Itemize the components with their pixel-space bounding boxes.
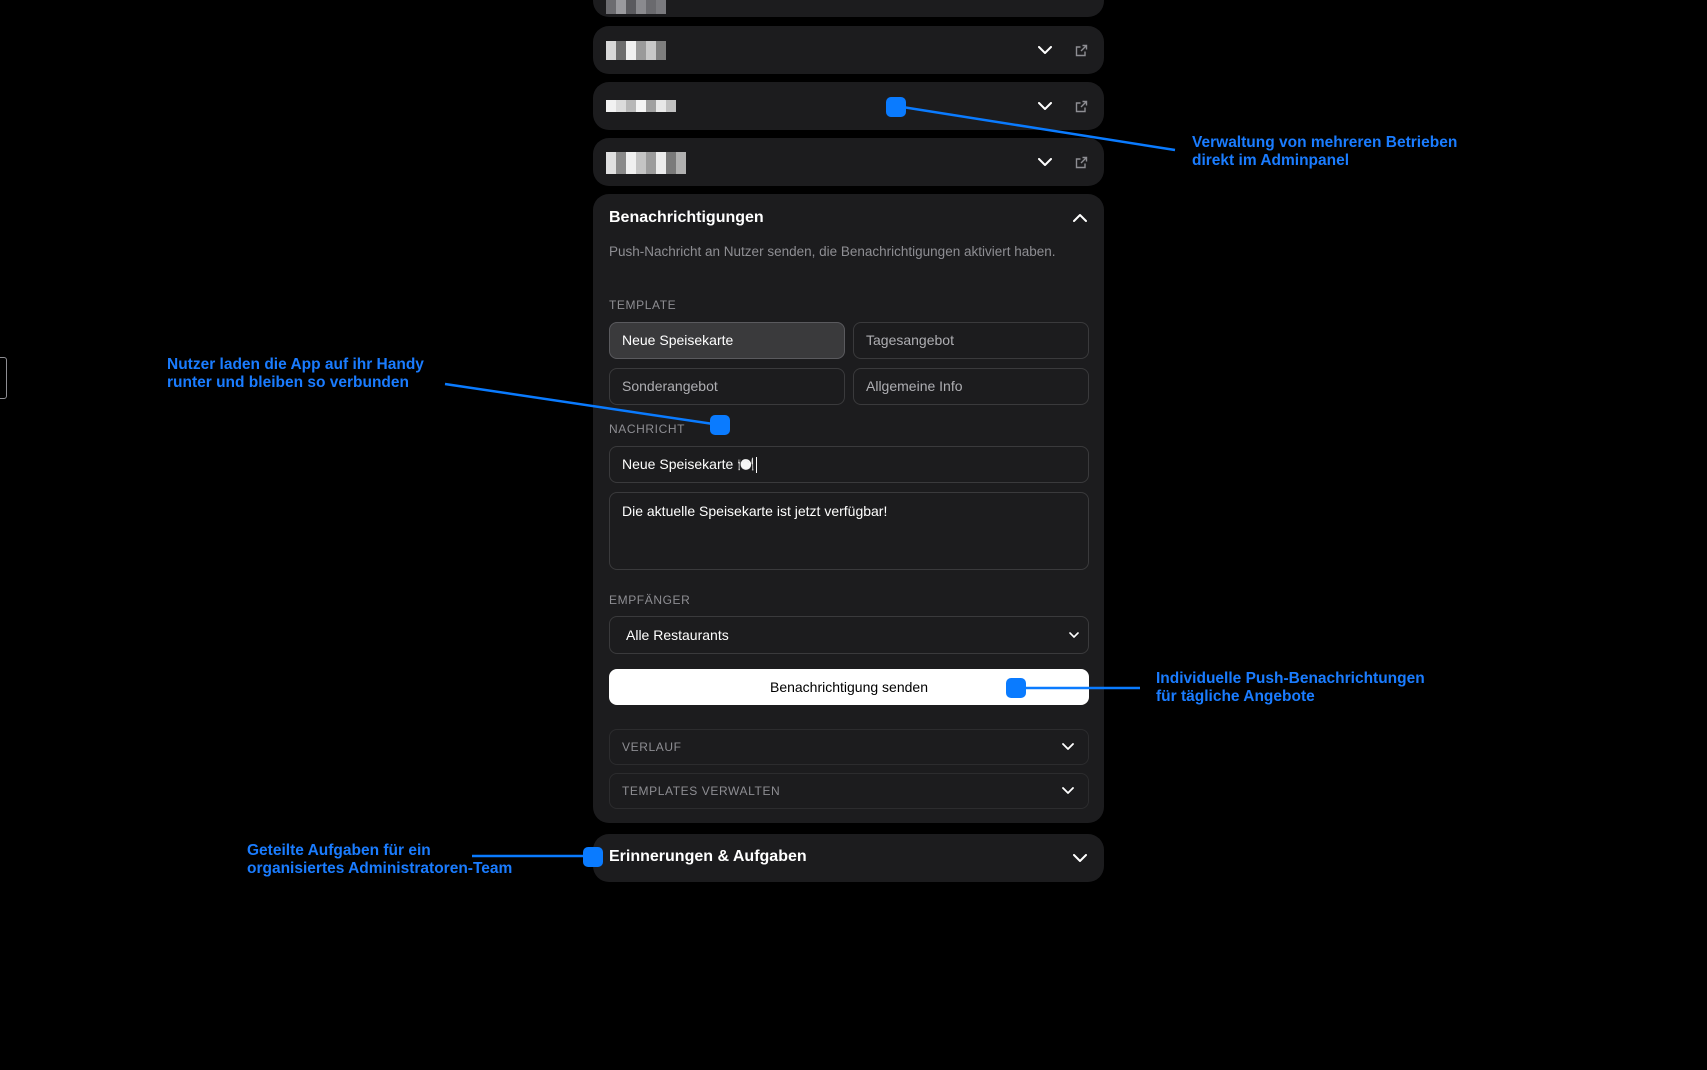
chevron-up-icon[interactable]	[1070, 207, 1090, 227]
message-title-input[interactable]: Neue Speisekarte 🍽️	[609, 446, 1089, 483]
message-title-value: Neue Speisekarte 🍽️	[622, 456, 755, 472]
pixelated-restaurant-name	[606, 41, 666, 60]
chevron-down-icon	[1058, 737, 1078, 757]
pixelated-restaurant-name	[606, 152, 686, 174]
message-body-value: Die aktuelle Speisekarte ist jetzt verfü…	[622, 503, 888, 519]
chevron-down-icon[interactable]	[1035, 40, 1055, 60]
annotation-marker	[886, 97, 906, 117]
annotation-marker	[1006, 678, 1026, 698]
external-link-icon[interactable]	[1072, 153, 1090, 171]
manage-templates-accordion[interactable]: TEMPLATES VERWALTEN	[609, 773, 1089, 809]
annotation-app-download: Nutzer laden die App auf ihr Handy runte…	[167, 356, 424, 392]
annotation-line: runter und bleiben so verbunden	[167, 374, 409, 391]
pixelated-name	[606, 0, 666, 14]
annotation-push: Individuelle Push-Benachrichtungen für t…	[1156, 670, 1425, 706]
chevron-down-icon	[1058, 781, 1078, 801]
recipient-selected-value: Alle Restaurants	[626, 627, 729, 643]
restaurant-row[interactable]	[593, 26, 1104, 74]
page: Benachrichtigungen Push-Nachricht an Nut…	[0, 0, 1707, 1070]
annotation-line: Individuelle Push-Benachrichtungen	[1156, 670, 1425, 687]
reminders-section[interactable]: Erinnerungen & Aufgaben	[593, 834, 1104, 882]
recipient-label: EMPFÄNGER	[609, 593, 691, 607]
section-title: Erinnerungen & Aufgaben	[609, 848, 807, 865]
history-accordion[interactable]: VERLAUF	[609, 729, 1089, 765]
recipient-select[interactable]: Alle Restaurants	[609, 616, 1089, 654]
chevron-down-icon	[1066, 627, 1082, 643]
chevron-down-icon[interactable]	[1070, 848, 1090, 868]
restaurant-card-cutoff[interactable]	[593, 0, 1104, 17]
manage-templates-label: TEMPLATES VERWALTEN	[622, 784, 781, 798]
annotation-multi-business: Verwaltung von mehreren Betrieben direkt…	[1192, 134, 1457, 170]
notifications-section: Benachrichtigungen Push-Nachricht an Nut…	[593, 194, 1104, 823]
section-description: Push-Nachricht an Nutzer senden, die Ben…	[609, 244, 1056, 259]
restaurant-row[interactable]	[593, 82, 1104, 130]
annotation-line: Verwaltung von mehreren Betrieben	[1192, 134, 1458, 151]
external-link-icon[interactable]	[1072, 97, 1090, 115]
annotation-line: Nutzer laden die App auf ihr Handy	[167, 356, 424, 373]
message-body-textarea[interactable]: Die aktuelle Speisekarte ist jetzt verfü…	[609, 492, 1089, 570]
annotation-tasks: Geteilte Aufgaben für ein organisiertes …	[247, 842, 512, 878]
pixelated-restaurant-name	[606, 100, 676, 112]
message-label: NACHRICHT	[609, 422, 686, 436]
annotation-line: Geteilte Aufgaben für ein	[247, 842, 431, 859]
annotation-line: direkt im Adminpanel	[1192, 152, 1350, 169]
restaurant-row[interactable]	[593, 138, 1104, 186]
external-link-icon[interactable]	[1072, 41, 1090, 59]
history-label: VERLAUF	[622, 740, 682, 754]
annotation-line: organisiertes Administratoren-Team	[247, 860, 513, 877]
annotation-line: für tägliche Angebote	[1156, 688, 1315, 705]
text-cursor	[755, 457, 757, 474]
chevron-down-icon[interactable]	[1035, 96, 1055, 116]
template-option-neue-speisekarte[interactable]: Neue Speisekarte	[609, 322, 845, 359]
section-title: Benachrichtigungen	[609, 209, 764, 226]
annotation-marker	[583, 847, 603, 867]
template-label: TEMPLATE	[609, 298, 677, 312]
template-option-sonderangebot[interactable]: Sonderangebot	[609, 368, 845, 405]
template-option-tagesangebot[interactable]: Tagesangebot	[853, 322, 1089, 359]
chevron-down-icon[interactable]	[1035, 152, 1055, 172]
offscreen-panel-edge	[0, 357, 7, 399]
annotation-marker	[710, 415, 730, 435]
template-option-allgemeine-info[interactable]: Allgemeine Info	[853, 368, 1089, 405]
